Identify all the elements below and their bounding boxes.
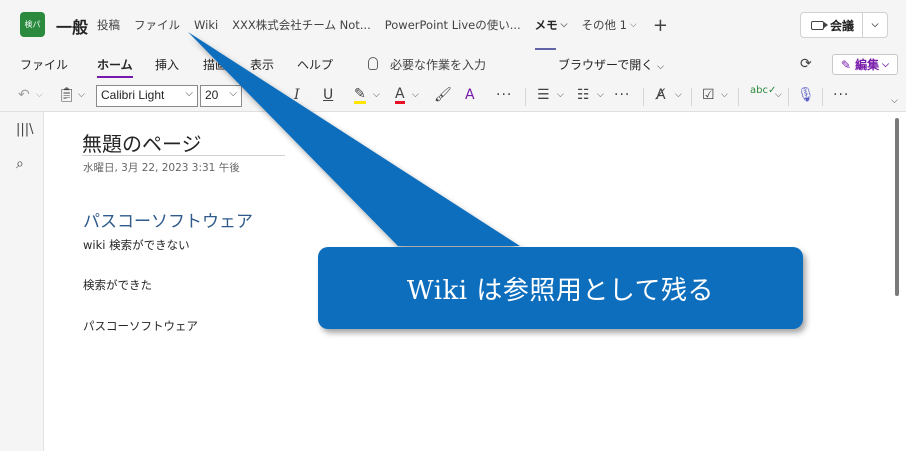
callout-text: Wiki は参照用として残る: [406, 275, 715, 306]
callout-shape: [188, 32, 803, 329]
